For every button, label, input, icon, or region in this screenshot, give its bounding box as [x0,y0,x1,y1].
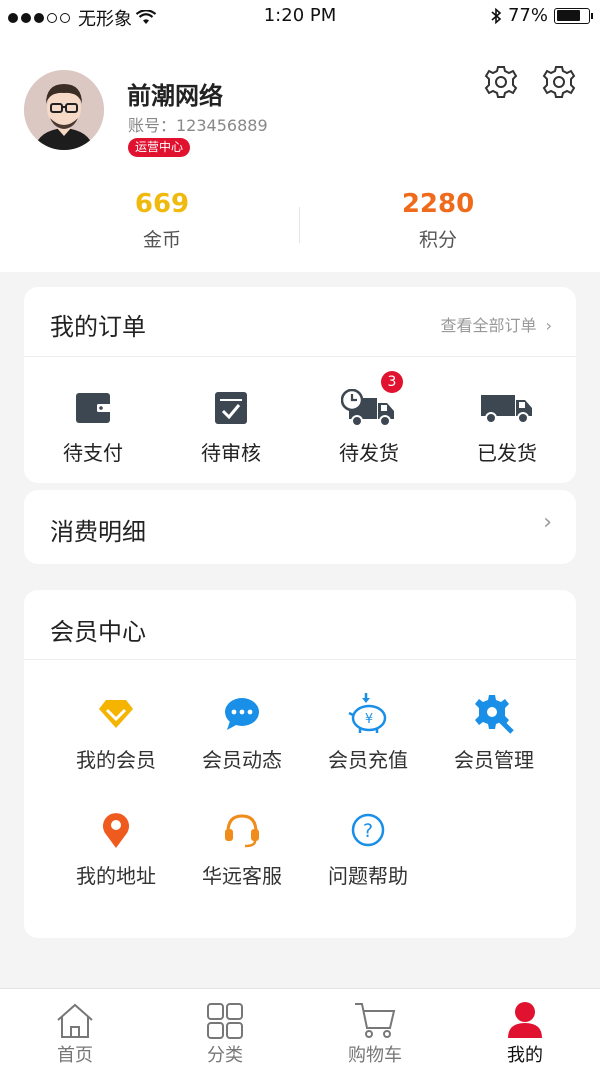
coin-value: 669 [134,189,190,219]
my-address[interactable]: 我的地址 [53,810,179,889]
diamond-icon [99,700,133,728]
member-item-label: 会员充值 [328,748,408,772]
my-membership[interactable]: 我的会员 [53,694,179,773]
order-item-label: 待发货 [339,441,399,465]
avatar[interactable] [24,70,104,150]
truck-clock-icon [341,389,394,427]
stats-row: 669 金币 2280 积分 [0,189,600,265]
svg-text:?: ? [363,820,373,842]
customer-service[interactable]: 华远客服 [179,810,305,889]
user-name: 前潮网络 [127,82,223,110]
coin-stat[interactable]: 669 金币 [12,189,312,252]
chevron-right-icon: › [543,510,552,535]
grid-icon [207,1003,243,1039]
member-item-label: 华远客服 [202,864,282,888]
truck-icon [481,395,532,424]
view-all-orders-label: 查看全部订单 [440,316,537,335]
gear-wrench-icon [475,695,514,734]
help-faq[interactable]: ? 问题帮助 [305,810,431,889]
expense-detail-title: 消费明细 [50,518,146,546]
member-activity[interactable]: 会员动态 [179,694,305,773]
member-management[interactable]: 会员管理 [431,694,557,773]
view-all-orders-link[interactable]: 查看全部订单 › [440,312,552,336]
member-item-label: 我的会员 [76,748,156,772]
tab-category[interactable]: 分类 [150,989,300,1067]
role-badge: 运营中心 [128,138,191,157]
status-bar: 无形象 1:20 PM 77% [0,0,600,34]
piggy-bank-icon: ¥ [348,693,387,733]
check-box-icon [215,392,247,424]
svg-text:¥: ¥ [365,712,373,727]
member-divider [24,659,576,660]
cart-icon [355,1003,396,1038]
home-icon [57,1003,93,1038]
tab-label: 我的 [507,1045,543,1066]
profile-header: 前潮网络 账号：123456889 运营中心 669 金币 2280 积分 [0,34,600,272]
order-item-label: 待审核 [201,441,261,465]
member-recharge[interactable]: ¥ 会员充值 [305,693,431,773]
pending-shipment-count-badge: 3 [381,371,403,393]
chat-bubble-icon [225,698,259,730]
order-item-label: 已发货 [477,441,537,465]
order-item-label: 待支付 [63,441,123,465]
battery-icon [554,7,593,24]
points-label: 积分 [418,229,457,251]
user-icon [508,1002,542,1038]
order-pending-payment[interactable]: 待支付 [24,387,162,466]
member-center-title: 会员中心 [50,618,146,646]
bluetooth-icon [491,7,502,24]
order-pending-shipment[interactable]: 待发货 [300,387,438,466]
location-pin-icon [103,813,129,848]
tab-label: 分类 [207,1045,243,1066]
tab-label: 首页 [57,1045,93,1066]
question-icon: ? [351,813,385,847]
points-value: 2280 [401,189,475,219]
battery-percent: 77% [507,5,548,26]
member-item-label: 我的地址 [76,864,156,888]
member-center-card: 会员中心 我的会员 会员动态 ¥ 会员充值 会员管理 我的地址 华远客服 ? 问… [24,590,576,938]
order-pending-review[interactable]: 待审核 [162,387,300,466]
settings-icon[interactable] [483,64,519,100]
points-stat[interactable]: 2280 积分 [288,189,588,252]
tab-mine[interactable]: 我的 [450,989,600,1067]
account-number: 账号：123456889 [128,116,268,135]
member-item-label: 会员动态 [202,748,282,772]
orders-title: 我的订单 [50,313,146,341]
order-shipped[interactable]: 已发货 [438,387,576,466]
member-item-label: 会员管理 [454,748,534,772]
chevron-right-icon: › [545,316,552,335]
gear-icon[interactable] [541,64,577,100]
coin-label: 金币 [142,229,181,251]
bottom-tab-bar: 首页 分类 购物车 我的 [0,988,600,1067]
orders-divider [24,356,576,357]
expense-detail-row[interactable]: 消费明细 › [24,490,576,564]
orders-card: 我的订单 查看全部订单 › 待支付 待审核 待发货 3 已发货 [24,287,576,483]
tab-home[interactable]: 首页 [0,989,150,1067]
battery-level [556,10,581,21]
wallet-icon [76,393,111,423]
tab-label: 购物车 [348,1045,402,1066]
member-item-label: 问题帮助 [328,864,408,888]
tab-cart[interactable]: 购物车 [300,989,450,1067]
headset-icon [225,814,259,848]
